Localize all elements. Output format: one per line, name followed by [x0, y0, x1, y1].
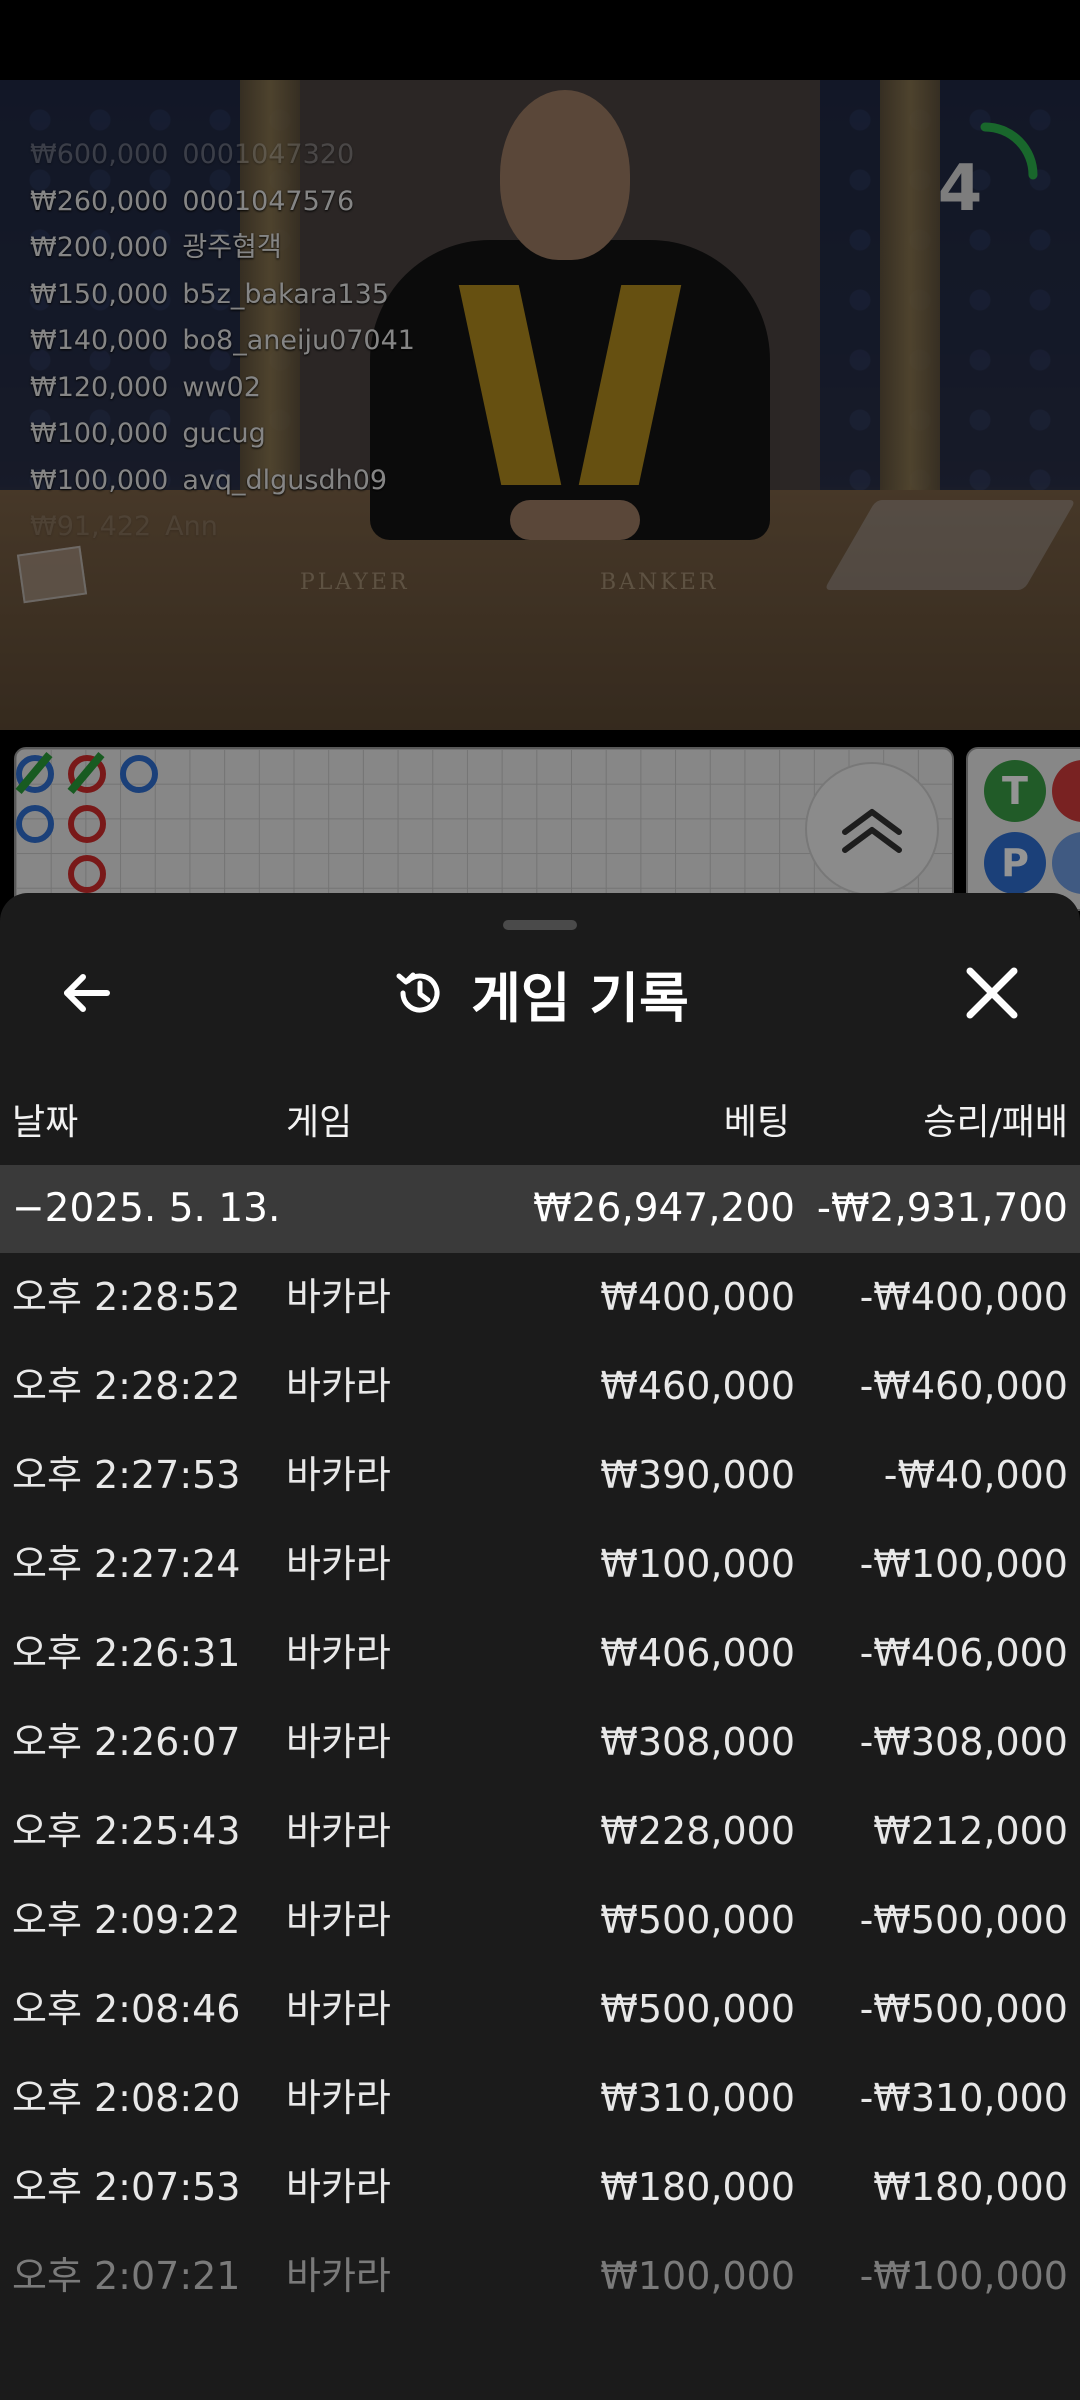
- history-row-bet: ₩100,000: [600, 1542, 795, 1586]
- history-row-result: -₩406,000: [859, 1631, 1068, 1675]
- game-history-sheet: 게임 기록 날짜 게임 베팅 승리/패배 −2025. 5. 13. ₩26,9…: [0, 893, 1080, 2400]
- history-row-bet: ₩310,000: [600, 2076, 795, 2120]
- history-row[interactable]: 오후 2:09:22 바카라 ₩500,000 -₩500,000: [0, 1876, 1080, 1965]
- history-row-time: 오후 2:07:21: [12, 2254, 241, 2298]
- history-row-game: 바카라: [286, 2165, 391, 2209]
- history-row-time: 오후 2:25:43: [12, 1809, 241, 1853]
- history-row-result: ₩212,000: [873, 1809, 1068, 1853]
- summary-bet-total: ₩26,947,200: [533, 1186, 795, 1231]
- history-row-game: 바카라: [286, 1987, 391, 2031]
- history-row-game: 바카라: [286, 1542, 391, 1586]
- history-row-result: -₩310,000: [859, 2076, 1068, 2120]
- sheet-header: 게임 기록: [0, 953, 1080, 1033]
- history-row-game: 바카라: [286, 1809, 391, 1853]
- history-row-bet: ₩390,000: [600, 1453, 795, 1497]
- modal-backdrop[interactable]: [0, 80, 1080, 920]
- history-row-result: -₩500,000: [859, 1987, 1068, 2031]
- column-header-win-loss: 승리/패배: [923, 1102, 1068, 1143]
- history-row-game: 바카라: [286, 1898, 391, 1942]
- history-row-time: 오후 2:26:07: [12, 1720, 241, 1764]
- history-row-game: 바카라: [286, 2076, 391, 2120]
- history-row[interactable]: 오후 2:08:20 바카라 ₩310,000 -₩310,000: [0, 2054, 1080, 2143]
- summary-date: −2025. 5. 13.: [12, 1186, 281, 1231]
- close-icon: [966, 967, 1018, 1019]
- sheet-drag-handle[interactable]: [503, 920, 577, 930]
- history-row-time: 오후 2:07:53: [12, 2165, 241, 2209]
- history-row[interactable]: 오후 2:26:07 바카라 ₩308,000 -₩308,000: [0, 1698, 1080, 1787]
- history-row-time: 오후 2:28:52: [12, 1275, 241, 1319]
- history-row-result: -₩460,000: [859, 1364, 1068, 1408]
- history-row[interactable]: 오후 2:28:22 바카라 ₩460,000 -₩460,000: [0, 1342, 1080, 1431]
- close-button[interactable]: [960, 961, 1024, 1025]
- history-row-bet: ₩460,000: [600, 1364, 795, 1408]
- summary-win-loss-total: -₩2,931,700: [816, 1186, 1068, 1231]
- history-row-time: 오후 2:27:24: [12, 1542, 241, 1586]
- history-row[interactable]: 오후 2:07:53 바카라 ₩180,000 ₩180,000: [0, 2143, 1080, 2232]
- date-summary-row[interactable]: −2025. 5. 13. ₩26,947,200 -₩2,931,700: [0, 1165, 1080, 1253]
- column-header-date: 날짜: [12, 1102, 79, 1143]
- history-row-bet: ₩180,000: [600, 2165, 795, 2209]
- history-row-time: 오후 2:08:46: [12, 1987, 241, 2031]
- history-row-bet: ₩500,000: [600, 1987, 795, 2031]
- page-title: 게임 기록: [471, 966, 689, 1030]
- history-row-bet: ₩228,000: [600, 1809, 795, 1853]
- history-row-time: 오후 2:26:31: [12, 1631, 241, 1675]
- status-bar: [0, 0, 1080, 80]
- history-row-bet: ₩406,000: [600, 1631, 795, 1675]
- history-row-bet: ₩308,000: [600, 1720, 795, 1764]
- column-header-bet: 베팅: [723, 1102, 790, 1143]
- history-icon: [396, 972, 440, 1013]
- history-row-game: 바카라: [286, 1453, 391, 1497]
- history-row-game: 바카라: [286, 1631, 391, 1675]
- history-row-result: -₩40,000: [883, 1453, 1068, 1497]
- history-row-result: ₩180,000: [873, 2165, 1068, 2209]
- history-row-bet: ₩100,000: [600, 2254, 795, 2298]
- history-row-result: -₩500,000: [859, 1898, 1068, 1942]
- history-row-game: 바카라: [286, 2254, 391, 2298]
- history-row[interactable]: 오후 2:25:43 바카라 ₩228,000 ₩212,000: [0, 1787, 1080, 1876]
- history-row[interactable]: 오후 2:07:21 바카라 ₩100,000 -₩100,000: [0, 2232, 1080, 2321]
- history-row-result: -₩400,000: [859, 1275, 1068, 1319]
- history-row[interactable]: 오후 2:27:53 바카라 ₩390,000 -₩40,000: [0, 1431, 1080, 1520]
- history-row-time: 오후 2:08:20: [12, 2076, 241, 2120]
- history-row-result: -₩100,000: [859, 1542, 1068, 1586]
- history-row[interactable]: 오후 2:27:24 바카라 ₩100,000 -₩100,000: [0, 1520, 1080, 1609]
- history-row-result: -₩308,000: [859, 1720, 1068, 1764]
- history-row-game: 바카라: [286, 1720, 391, 1764]
- history-row[interactable]: 오후 2:26:31 바카라 ₩406,000 -₩406,000: [0, 1609, 1080, 1698]
- history-row[interactable]: 오후 2:28:52 바카라 ₩400,000 -₩400,000: [0, 1253, 1080, 1342]
- history-row-result: -₩100,000: [859, 2254, 1068, 2298]
- column-header-game: 게임: [286, 1102, 353, 1143]
- history-row-time: 오후 2:27:53: [12, 1453, 241, 1497]
- history-row-time: 오후 2:09:22: [12, 1898, 241, 1942]
- history-row-bet: ₩400,000: [600, 1275, 795, 1319]
- history-row-time: 오후 2:28:22: [12, 1364, 241, 1408]
- history-row-game: 바카라: [286, 1275, 391, 1319]
- history-row-game: 바카라: [286, 1364, 391, 1408]
- history-row[interactable]: 오후 2:08:46 바카라 ₩500,000 -₩500,000: [0, 1965, 1080, 2054]
- history-row-bet: ₩500,000: [600, 1898, 795, 1942]
